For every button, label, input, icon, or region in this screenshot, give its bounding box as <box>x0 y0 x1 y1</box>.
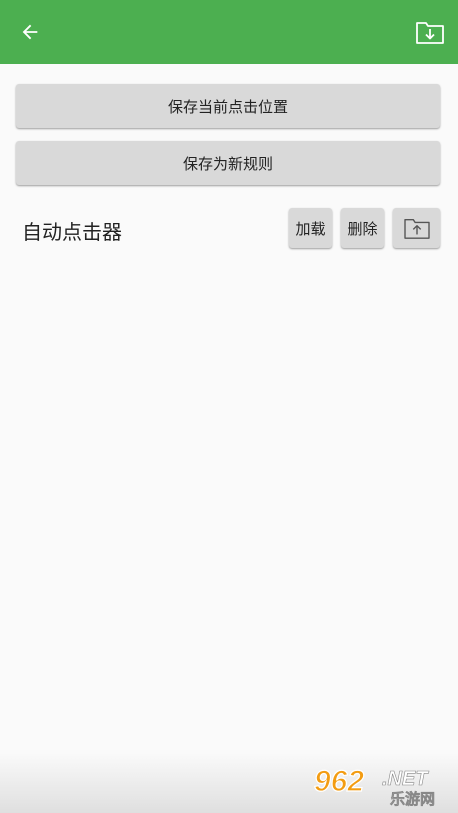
save-as-new-rule-button[interactable]: 保存为新规则 <box>16 141 440 185</box>
watermark: 962 .NET 乐游网 <box>0 753 458 813</box>
arrow-left-icon <box>22 24 38 40</box>
save-current-position-label: 保存当前点击位置 <box>167 97 288 116</box>
back-button[interactable] <box>12 14 48 50</box>
main-content: 保存当前点击位置 保存为新规则 自动点击器 加载 删除 <box>0 64 458 813</box>
app-bar <box>0 0 458 64</box>
site-logo: 962 .NET 乐游网 <box>313 764 435 807</box>
watermark-brand: 962 <box>314 765 364 798</box>
load-rule-label: 加载 <box>295 219 326 238</box>
folder-download-icon <box>416 22 444 44</box>
rule-name: 自动点击器 <box>22 220 122 244</box>
load-rule-button[interactable]: 加载 <box>289 208 332 248</box>
folder-upload-icon <box>403 219 430 239</box>
save-as-new-rule-label: 保存为新规则 <box>182 154 273 173</box>
export-rule-button[interactable] <box>393 208 440 248</box>
rule-row: 自动点击器 加载 删除 <box>0 206 458 250</box>
import-button[interactable] <box>412 14 448 50</box>
delete-rule-label: 删除 <box>347 219 378 238</box>
save-current-position-button[interactable]: 保存当前点击位置 <box>16 84 440 128</box>
watermark-subtitle: 乐游网 <box>390 790 435 807</box>
delete-rule-button[interactable]: 删除 <box>341 208 384 248</box>
watermark-domain: .NET <box>382 768 429 790</box>
